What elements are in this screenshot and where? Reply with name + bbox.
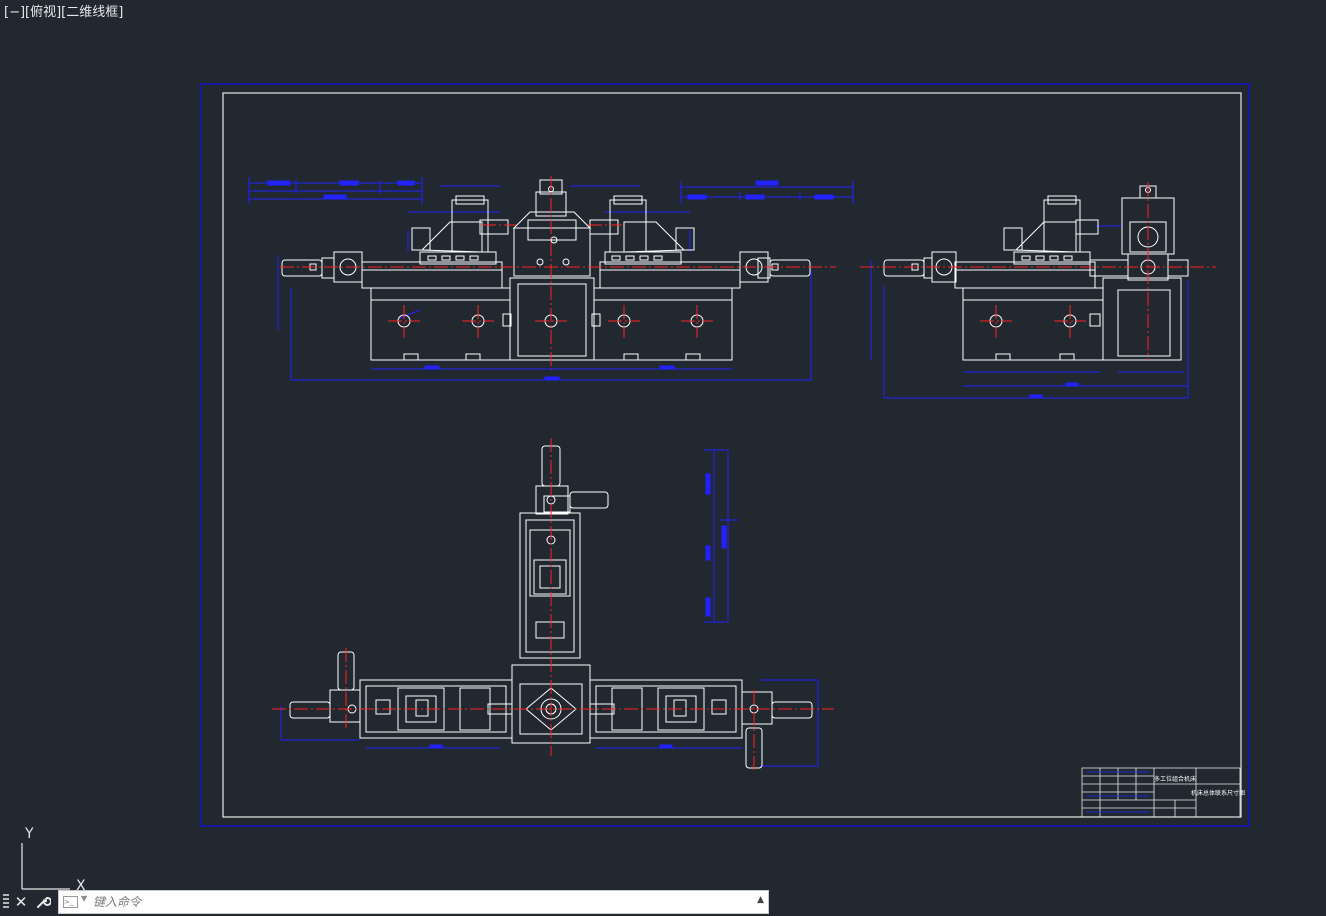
- side-view: [860, 182, 1216, 399]
- command-input[interactable]: [93, 893, 733, 911]
- command-prompt-icon: >_: [63, 896, 78, 908]
- command-line-bar: ✕ >_ ▼ ▲: [0, 889, 770, 915]
- ucs-icon: [21, 843, 70, 890]
- command-input-field[interactable]: >_ ▼ ▲: [58, 890, 769, 914]
- chevron-down-icon[interactable]: ▼: [81, 894, 87, 903]
- close-icon[interactable]: ✕: [11, 891, 31, 913]
- title-block-drawing-name: 机床总体联系尺寸图: [1191, 789, 1245, 797]
- front-view: [248, 176, 854, 381]
- command-line-grip-handle[interactable]: [3, 894, 9, 910]
- title-block-project-title: 多工位组合机床: [1154, 775, 1196, 783]
- drawing-canvas[interactable]: 多工位组合机床 机床总体联系尺寸图 Y X: [0, 0, 1326, 916]
- sheet-outer-border: [200, 83, 1250, 827]
- chevron-up-icon[interactable]: ▲: [757, 895, 764, 905]
- top-view: [272, 438, 834, 770]
- ucs-y-label: Y: [24, 826, 34, 842]
- wrench-icon[interactable]: [33, 891, 53, 913]
- sheet-frame: [200, 83, 1250, 827]
